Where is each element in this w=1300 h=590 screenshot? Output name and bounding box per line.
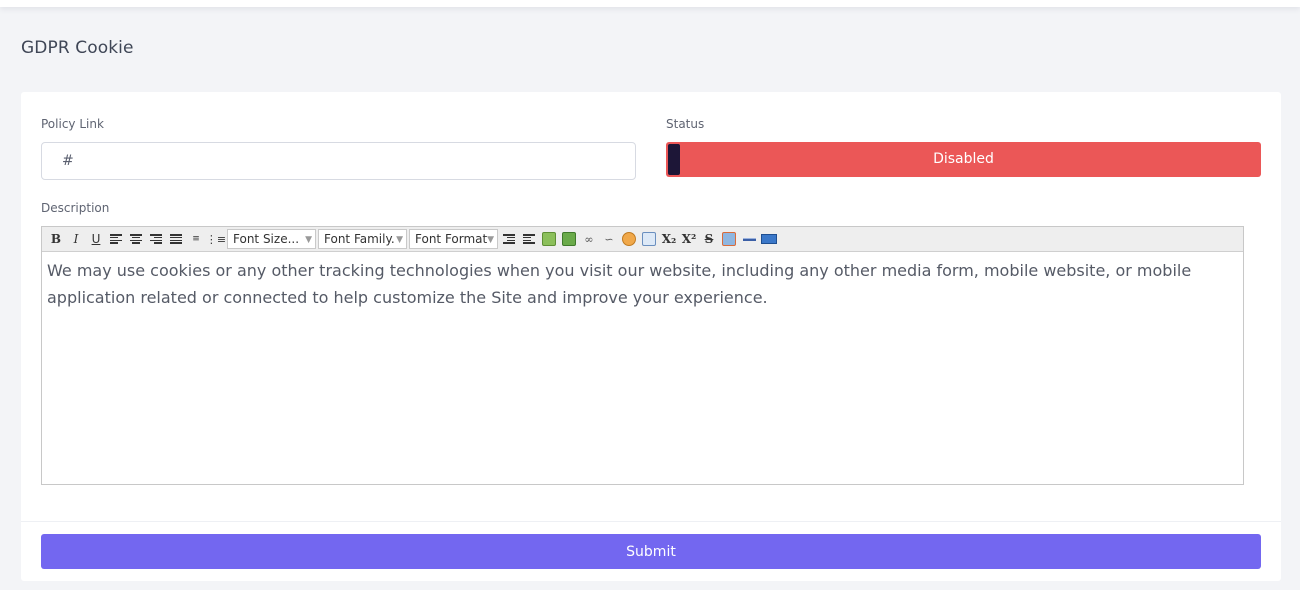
- keyboard-icon[interactable]: [759, 229, 779, 249]
- edit-html-icon[interactable]: [639, 229, 659, 249]
- insert-image-icon[interactable]: [539, 229, 559, 249]
- rich-text-editor: B I U ≡ ⋮≡ Font Size... ▼ Font Family. ▼ F…: [41, 226, 1244, 485]
- chevron-down-icon: ▼: [305, 235, 312, 245]
- indent-icon[interactable]: [519, 229, 539, 249]
- status-label: Status: [666, 117, 705, 131]
- status-value: Disabled: [933, 151, 994, 167]
- description-label: Description: [41, 201, 110, 215]
- font-format-value: Font Format: [415, 232, 488, 246]
- editor-toolbar: B I U ≡ ⋮≡ Font Size... ▼ Font Family. ▼ F…: [42, 227, 1243, 252]
- font-size-select[interactable]: Font Size... ▼: [227, 229, 316, 249]
- policy-link-label: Policy Link: [41, 117, 104, 131]
- align-left-icon[interactable]: [106, 229, 126, 249]
- superscript-button[interactable]: X²: [679, 229, 699, 249]
- outdent-icon[interactable]: [499, 229, 519, 249]
- top-navbar: [0, 0, 1300, 7]
- remove-format-icon[interactable]: [719, 229, 739, 249]
- card-footer-divider: [21, 521, 1281, 522]
- horizontal-rule-icon[interactable]: [739, 229, 759, 249]
- link-icon[interactable]: ∞: [579, 229, 599, 249]
- font-size-value: Font Size...: [233, 232, 300, 246]
- unlink-icon[interactable]: ∽: [599, 229, 619, 249]
- subscript-button[interactable]: X₂: [659, 229, 679, 249]
- settings-card: Policy Link Status Disabled Description …: [21, 92, 1281, 581]
- align-justify-icon[interactable]: [166, 229, 186, 249]
- align-right-icon[interactable]: [146, 229, 166, 249]
- submit-button[interactable]: Submit: [41, 534, 1261, 569]
- font-format-select[interactable]: Font Format ▼: [409, 229, 498, 249]
- upload-image-icon[interactable]: [559, 229, 579, 249]
- strikethrough-button[interactable]: S: [699, 229, 719, 249]
- align-center-icon[interactable]: [126, 229, 146, 249]
- page-title: GDPR Cookie: [21, 38, 134, 58]
- color-icon[interactable]: [619, 229, 639, 249]
- italic-button[interactable]: I: [66, 229, 86, 249]
- chevron-down-icon: ▼: [396, 235, 403, 245]
- chevron-down-icon: ▼: [487, 235, 494, 245]
- font-family-value: Font Family.: [324, 232, 395, 246]
- unordered-list-icon[interactable]: ⋮≡: [206, 229, 226, 249]
- policy-link-input[interactable]: [41, 142, 636, 180]
- editor-content[interactable]: We may use cookies or any other tracking…: [42, 252, 1243, 316]
- status-toggle[interactable]: Disabled: [666, 142, 1261, 177]
- font-family-select[interactable]: Font Family. ▼: [318, 229, 407, 249]
- bold-button[interactable]: B: [46, 229, 66, 249]
- ordered-list-icon[interactable]: ≡: [186, 229, 206, 249]
- underline-button[interactable]: U: [86, 229, 106, 249]
